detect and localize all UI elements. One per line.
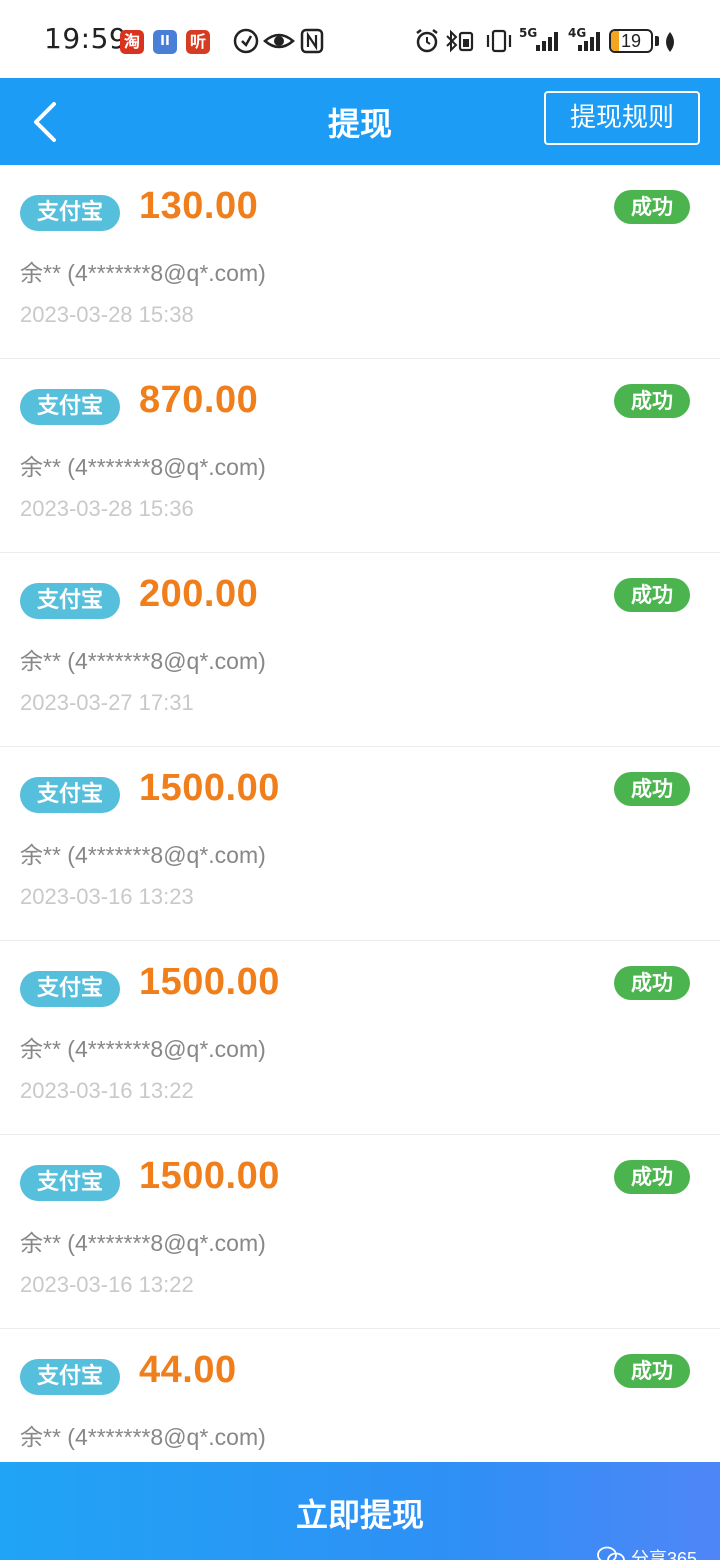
account-info: 余** (4*******8@q*.com) — [20, 260, 266, 286]
record-time: 2023-03-16 13:22 — [20, 1078, 194, 1103]
status-badge: 成功 — [614, 772, 690, 806]
battery-icon: 19 — [609, 29, 653, 53]
record-time: 2023-03-28 15:36 — [20, 496, 194, 521]
payment-method-badge: 支付宝 — [20, 583, 120, 619]
payment-method-badge: 支付宝 — [20, 195, 120, 231]
payment-method-badge: 支付宝 — [20, 777, 120, 813]
record-time: 2023-03-16 13:23 — [20, 884, 194, 909]
withdraw-record[interactable]: 支付宝 130.00 成功余** (4*******8@q*.com) 2023-03… — [0, 165, 720, 359]
back-arrow-icon — [34, 102, 56, 142]
withdraw-record[interactable]: 支付宝 1500.00 成功余** (4*******8@q*.com) 2023-0… — [0, 747, 720, 941]
payment-method-badge: 支付宝 — [20, 1359, 120, 1395]
account-info: 余** (4*******8@q*.com) — [20, 842, 266, 868]
ting-icon: 听 — [186, 30, 210, 54]
status-badge: 成功 — [614, 1160, 690, 1194]
withdraw-record[interactable]: 支付宝 870.00 成功余** (4*******8@q*.com) 2023-03… — [0, 359, 720, 553]
account-info: 余** (4*******8@q*.com) — [20, 1230, 266, 1256]
withdraw-record[interactable]: 支付宝 44.00 成功余** (4*******8@q*.com) — [0, 1329, 720, 1462]
status-badge: 成功 — [614, 1354, 690, 1388]
nfc-icon — [300, 28, 324, 54]
withdraw-record-list[interactable]: 支付宝 130.00 成功 余** (4*******8@q*.com) 2023-03… — [0, 165, 720, 1462]
withdraw-amount: 130.00 — [139, 185, 259, 227]
withdraw-rules-button[interactable]: 提现规则 — [544, 91, 700, 145]
account-info: 余** (4*******8@q*.com) — [20, 454, 266, 480]
payment-method-badge: 支付宝 — [20, 1165, 120, 1201]
battery-tip — [655, 36, 659, 46]
withdraw-record[interactable]: 支付宝 1500.00 成功余** (4*******8@q*.com) 2023-0… — [0, 941, 720, 1135]
withdraw-amount: 1500.00 — [139, 961, 280, 1003]
withdraw-record[interactable]: 支付宝 200.00 成功余** (4*******8@q*.com) 2023-03… — [0, 553, 720, 747]
wechat-icon — [597, 1546, 625, 1560]
status-bar: 19:59 淘 II 听 5G 4G 19 — [0, 0, 720, 78]
alarm-icon — [416, 29, 438, 53]
withdraw-amount: 1500.00 — [139, 1155, 280, 1197]
vibrate-icon — [486, 29, 512, 53]
taobao-icon: 淘 — [120, 30, 144, 54]
withdraw-now-label: 立即提现 — [295, 1496, 424, 1534]
status-badge: 成功 — [614, 190, 690, 224]
signal-icon-2 — [578, 32, 600, 51]
eye-icon — [263, 33, 295, 49]
leaf-icon — [666, 32, 674, 52]
withdraw-amount: 870.00 — [139, 379, 259, 421]
record-time: 2023-03-27 17:31 — [20, 690, 194, 715]
withdraw-record[interactable]: 支付宝 1500.00 成功余** (4*******8@q*.com) 2023-0… — [0, 1135, 720, 1329]
account-info: 余** (4*******8@q*.com) — [20, 1036, 266, 1062]
signal-icon — [536, 32, 558, 51]
speed-icon — [233, 28, 259, 54]
status-time: 19:59 — [44, 22, 128, 55]
account-info: 余** (4*******8@q*.com) — [20, 1424, 266, 1450]
watermark-text: 分享365 — [631, 1549, 698, 1560]
payment-method-badge: 支付宝 — [20, 971, 120, 1007]
pause-icon: II — [153, 30, 177, 54]
payment-method-badge: 支付宝 — [20, 389, 120, 425]
bluetooth-battery-icon — [446, 29, 474, 53]
record-time: 2023-03-28 15:38 — [20, 302, 194, 327]
withdraw-amount: 44.00 — [139, 1349, 237, 1391]
record-time: 2023-03-16 13:22 — [20, 1272, 194, 1297]
nav-bar: 提现 提现规则 — [0, 78, 720, 165]
back-button[interactable] — [22, 92, 76, 152]
withdraw-amount: 1500.00 — [139, 767, 280, 809]
account-info: 余** (4*******8@q*.com) — [20, 648, 266, 674]
status-badge: 成功 — [614, 966, 690, 1000]
status-badge: 成功 — [614, 384, 690, 418]
battery-level: 19 — [620, 31, 642, 51]
status-badge: 成功 — [614, 578, 690, 612]
withdraw-amount: 200.00 — [139, 573, 259, 615]
